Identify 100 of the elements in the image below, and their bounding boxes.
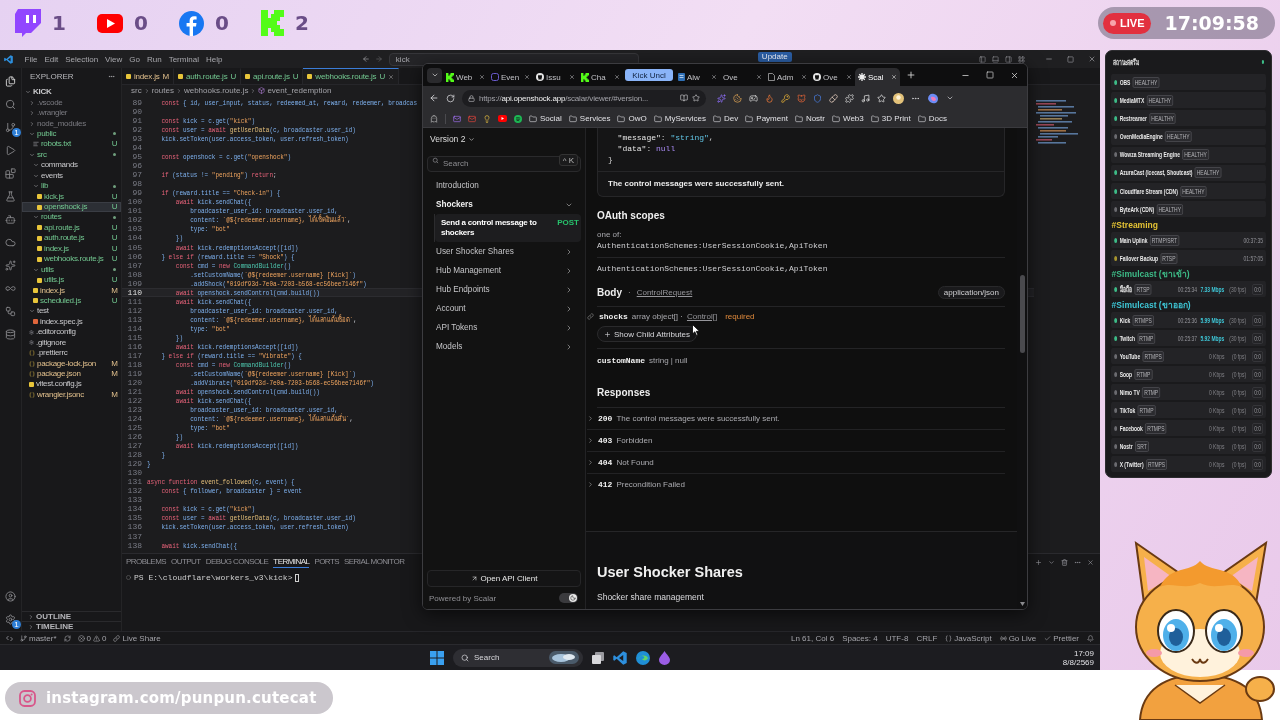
close-tab-icon[interactable]	[801, 74, 807, 80]
live-share-status[interactable]: Live Share	[113, 633, 161, 643]
scroll-down-arrow-icon[interactable]	[1019, 602, 1025, 606]
file-tree-item[interactable]: .editorconfig	[22, 327, 121, 338]
tab-group-chip[interactable]: Kick Uncl	[625, 69, 673, 81]
close-icon[interactable]	[1010, 70, 1019, 80]
nav-item[interactable]: API Tokens	[427, 318, 581, 337]
file-tree-item[interactable]: node_modules	[22, 118, 121, 129]
stacked-squares-icon[interactable]	[592, 651, 604, 664]
browser-tab[interactable]: Adm	[765, 68, 810, 86]
taskbar-clock[interactable]: 17:09 8/8/2569	[1062, 648, 1094, 667]
show-child-attributes-button[interactable]: Show Child Attributes	[597, 326, 698, 342]
mail-icon[interactable]	[453, 114, 461, 123]
taskbar-search[interactable]: Search	[453, 648, 583, 667]
file-tree-item[interactable]: wrangler.jsonc M	[22, 389, 121, 401]
file-tree-item[interactable]: openshock.js U	[22, 201, 121, 213]
menu-item[interactable]: Selection	[61, 54, 102, 64]
bookmark-folder[interactable]: 3D Print	[870, 114, 911, 123]
status-bar-item[interactable]: Ln 61, Col 6	[791, 633, 835, 643]
bookmark-folder[interactable]: Docs	[917, 114, 947, 123]
cloud-icon[interactable]	[5, 237, 16, 248]
nav-item[interactable]: Hub Endpoints	[427, 280, 581, 299]
file-tree-item[interactable]: kick.js U	[22, 191, 121, 202]
bookmark-folder[interactable]: Social	[529, 114, 562, 123]
file-tree-item[interactable]: api.route.js U	[22, 222, 121, 234]
sparkles-icon[interactable]	[717, 93, 726, 103]
workflow-icon[interactable]	[5, 306, 16, 317]
open-api-client-button[interactable]: Open API Client	[427, 570, 581, 587]
file-tree-item[interactable]: robots.txt U	[22, 139, 121, 150]
file-tree-item[interactable]: index.js U	[22, 243, 121, 254]
new-tab-icon[interactable]	[906, 70, 916, 80]
breadcrumb-item[interactable]: event_redemption	[267, 86, 332, 95]
browser-tab[interactable]: Ove	[720, 68, 765, 86]
settings-icon[interactable]	[5, 614, 16, 625]
ghost-icon[interactable]	[430, 114, 438, 123]
branch-icon[interactable]	[5, 122, 16, 133]
file-tree-item[interactable]: .prettierrc	[22, 347, 121, 359]
file-tree-item[interactable]: webhooks.route.js U	[22, 254, 121, 265]
bookmark-folder[interactable]: Dev	[713, 114, 739, 123]
scrollbar-thumb[interactable]	[1019, 275, 1025, 353]
sidebar-section-header[interactable]: OUTLINE	[22, 611, 121, 621]
browser-tab[interactable]: Alw	[675, 68, 720, 86]
maximize-icon[interactable]	[1067, 55, 1074, 63]
four-squares-icon[interactable]	[430, 650, 444, 665]
code-editor-app-icon[interactable]	[613, 650, 627, 665]
type-link[interactable]: Control[]	[686, 311, 718, 321]
menu-item[interactable]: Terminal	[165, 54, 203, 64]
file-tree-item[interactable]: events	[22, 170, 121, 181]
file-tree-item[interactable]: commands	[22, 160, 121, 171]
panel-bottom-icon[interactable]	[992, 55, 999, 63]
lightbulb-icon[interactable]	[483, 114, 491, 123]
nav-item[interactable]: Models	[427, 337, 581, 356]
music-note-icon[interactable]	[861, 93, 870, 103]
nav-item[interactable]: Hub Management	[427, 261, 581, 280]
schema-link[interactable]: ControlRequest	[636, 287, 693, 297]
star-icon[interactable]	[877, 93, 886, 103]
version-selector[interactable]: Version 2	[427, 132, 581, 146]
menu-item[interactable]: View	[101, 54, 126, 64]
response-row[interactable]: 412 Precondition Failed	[587, 474, 1005, 496]
file-tree-item[interactable]: test	[22, 306, 121, 317]
close-tab-icon[interactable]	[479, 74, 485, 80]
update-button[interactable]: Update	[757, 52, 792, 62]
reload-icon[interactable]	[446, 93, 455, 103]
browser-tab[interactable]: Web	[443, 68, 488, 86]
flame-icon[interactable]	[765, 93, 774, 103]
key-icon[interactable]	[781, 93, 790, 103]
trash-icon[interactable]	[1061, 558, 1068, 566]
close-tab-icon[interactable]	[524, 74, 530, 80]
bookmark-folder[interactable]: Services	[568, 114, 611, 123]
close-icon[interactable]	[1088, 55, 1096, 63]
gamepad-icon[interactable]	[749, 93, 758, 103]
plus-icon[interactable]	[1035, 558, 1042, 566]
open-book-icon[interactable]	[680, 94, 688, 102]
robot-icon[interactable]	[5, 214, 16, 225]
star-icon[interactable]	[692, 94, 700, 102]
bookmark-folder[interactable]: Web3	[832, 114, 864, 123]
breadcrumb-item[interactable]: src	[131, 86, 142, 95]
file-tree-item[interactable]: lib	[22, 180, 121, 192]
panel-tab[interactable]: PROBLEMS	[126, 556, 167, 568]
nav-sub-item[interactable]: Send a control message to shockers POST	[435, 214, 581, 242]
bookmark-folder[interactable]: Payment	[745, 114, 788, 123]
panel-tab[interactable]: SERIAL MONITOR	[344, 556, 405, 568]
file-tree-item[interactable]: package.json M	[22, 368, 121, 380]
file-tree-item[interactable]: scheduled.js U	[22, 295, 121, 307]
bookmark-folder[interactable]: OwO	[617, 114, 647, 123]
breadcrumb-item[interactable]: routes	[151, 86, 174, 95]
music-circle-icon[interactable]	[514, 114, 522, 123]
sparkle-icon[interactable]	[5, 260, 16, 271]
browser-tab[interactable]: Ove	[810, 68, 855, 86]
panel-right-icon[interactable]	[1005, 55, 1012, 63]
browser-app-icon[interactable]	[636, 650, 650, 665]
response-row[interactable]: 200 The control messages were successfully sent.	[587, 408, 1005, 430]
content-type-pill[interactable]: application/json	[937, 285, 1005, 299]
menu-item[interactable]: File	[21, 54, 41, 64]
close-tab-icon[interactable]	[569, 74, 575, 80]
file-tree-item[interactable]: package-lock.json M	[22, 358, 121, 369]
file-tree-item[interactable]: auth.route.js U	[22, 233, 121, 244]
panel-tab[interactable]: OUTPUT	[171, 556, 201, 568]
search-icon[interactable]	[5, 99, 16, 110]
close-tab-icon[interactable]	[756, 74, 762, 80]
